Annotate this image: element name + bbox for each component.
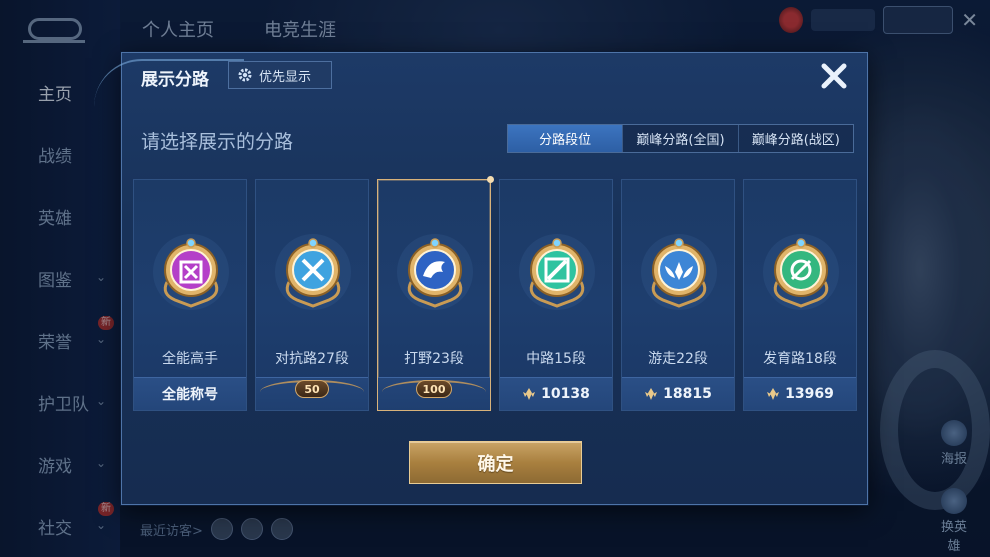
lane-card-star-badge: 100 [378, 377, 490, 410]
star-badge-wrap: 50 [256, 378, 368, 410]
lane-card[interactable]: 游走22段 18815 [621, 179, 735, 411]
priority-display-label: 优先显示 [259, 69, 312, 85]
lane-card-name: 发育路18段 [763, 351, 837, 367]
peak-points-icon [767, 388, 780, 400]
lane-card-points: 18815 [622, 377, 734, 410]
points-value: 18815 [663, 386, 712, 402]
lane-card-star-badge: 50 [256, 377, 368, 410]
lane-card[interactable]: 全能高手 全能称号 [133, 179, 247, 411]
lane-card-name: 游走22段 [648, 351, 708, 367]
close-button[interactable] [817, 59, 851, 93]
slash-emblem-icon [519, 234, 595, 310]
segment-tabs: 分路段位 巅峰分路(全国) 巅峰分路(战区) [507, 124, 854, 153]
dragon-emblem-icon [397, 234, 473, 310]
target-emblem-icon [763, 234, 839, 310]
sword-cross-emblem-icon [275, 234, 351, 310]
lane-card-name: 全能高手 [162, 351, 218, 367]
lane-card[interactable]: 发育路18段 13969 [743, 179, 857, 411]
tab-peak-region[interactable]: 巅峰分路(战区) [737, 125, 853, 152]
tab-peak-national[interactable]: 巅峰分路(全国) [622, 125, 737, 152]
star-badge-wrap: 100 [378, 378, 490, 410]
priority-display-button[interactable]: 优先显示 [228, 61, 332, 89]
tab-lane-rank[interactable]: 分路段位 [508, 125, 623, 152]
purple-emblem-icon [153, 234, 229, 310]
lane-card[interactable]: 对抗路27段 50 [255, 179, 369, 411]
lane-card-name: 对抗路27段 [275, 351, 349, 367]
dialog-title: 展示分路 [141, 70, 209, 90]
lane-card[interactable]: 中路15段 10138 [499, 179, 613, 411]
display-lane-dialog: 展示分路 优先显示 请选择展示的分路 分路段位 巅峰分路(全国) 巅峰分路(战区… [94, 52, 868, 505]
lane-card[interactable]: 打野23段 100 [377, 176, 494, 411]
lane-card-points: 13969 [744, 377, 856, 410]
gear-icon [238, 68, 252, 82]
star-count: 100 [415, 380, 453, 398]
lane-card-title: 全能称号 [134, 377, 246, 410]
select-prompt: 请选择展示的分路 [141, 131, 294, 153]
peak-points-icon [645, 388, 658, 400]
confirm-button[interactable]: 确定 [409, 441, 582, 484]
peak-points-icon [523, 388, 536, 400]
lane-card-name: 打野23段 [404, 351, 464, 367]
points-value: 13969 [785, 386, 834, 402]
points-value: 10138 [541, 386, 590, 402]
lane-card-name: 中路15段 [526, 351, 586, 367]
star-count: 50 [295, 380, 329, 398]
close-icon [821, 63, 847, 89]
wings-emblem-icon [641, 234, 717, 310]
lane-card-points: 10138 [500, 377, 612, 410]
